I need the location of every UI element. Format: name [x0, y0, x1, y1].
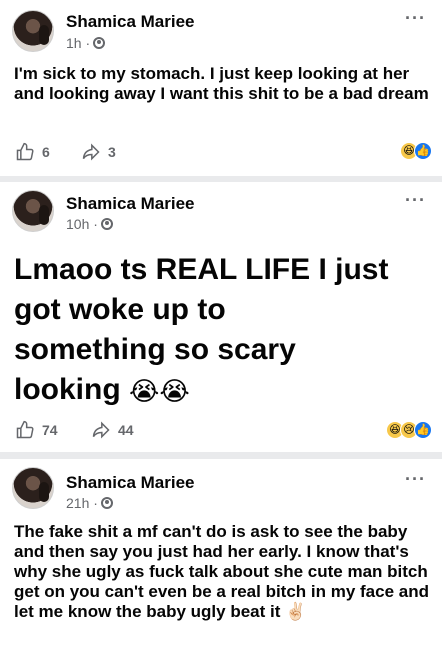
author-name[interactable]: Shamica Mariee — [66, 194, 195, 214]
post-card-3: Shamica Mariee 21h · ··· The fake shit a… — [0, 459, 442, 663]
reaction-summary[interactable]: 😆 👍 — [400, 142, 432, 160]
post-card-2: Shamica Mariee 10h · ··· Lmaoo ts REAL L… — [0, 182, 442, 452]
share-count: 44 — [118, 422, 134, 438]
post-meta: 21h · — [66, 495, 113, 511]
peace-sign-emoji: ✌🏻 — [285, 602, 307, 621]
reaction-summary[interactable]: 😆 😢 👍 — [386, 421, 432, 439]
more-options-icon[interactable]: ··· — [405, 190, 426, 211]
like-count: 6 — [42, 144, 50, 160]
share-arrow-icon — [82, 143, 100, 161]
more-options-icon[interactable]: ··· — [405, 469, 426, 490]
post-text: I'm sick to my stomach. I just keep look… — [14, 64, 429, 103]
share-button[interactable]: 3 — [80, 142, 116, 162]
public-globe-icon — [100, 497, 113, 509]
post-text-body: The fake shit a mf can't do is ask to se… — [14, 522, 429, 621]
like-thumb-icon — [16, 420, 34, 439]
post-text-line: Lmaoo ts REAL LIFE I just — [14, 253, 389, 286]
post-text: The fake shit a mf can't do is ask to se… — [14, 522, 430, 622]
post-card-1: Shamica Mariee 1h · ··· I'm sick to my s… — [0, 0, 442, 176]
post-meta: 1h · — [66, 35, 106, 51]
like-button[interactable]: 74 — [14, 420, 58, 440]
post-time[interactable]: 10h · — [66, 216, 98, 232]
crying-emoji: 😭😭 — [129, 376, 190, 407]
author-avatar[interactable] — [12, 467, 54, 509]
author-avatar[interactable] — [12, 10, 54, 52]
like-reaction-icon: 👍 — [414, 142, 432, 160]
like-count: 74 — [42, 422, 58, 438]
post-time[interactable]: 1h · — [66, 35, 90, 51]
post-text: Lmaoo ts REAL LIFE I just got woke up to… — [14, 250, 434, 411]
post-text-line-with-emoji: looking 😭😭 — [14, 370, 434, 411]
more-options-icon[interactable]: ··· — [405, 8, 426, 29]
share-count: 3 — [108, 144, 116, 160]
post-meta: 10h · — [66, 216, 113, 232]
post-text-line: looking — [14, 373, 121, 406]
share-arrow-icon — [92, 421, 110, 439]
post-time[interactable]: 21h · — [66, 495, 98, 511]
like-reaction-icon: 👍 — [414, 421, 432, 439]
like-button[interactable]: 6 — [14, 142, 50, 162]
public-globe-icon — [100, 218, 113, 230]
author-name[interactable]: Shamica Mariee — [66, 473, 195, 493]
share-button[interactable]: 44 — [90, 420, 134, 440]
author-name[interactable]: Shamica Mariee — [66, 12, 195, 32]
post-text-line: something so scary — [14, 333, 296, 366]
like-thumb-icon — [16, 142, 34, 161]
public-globe-icon — [93, 37, 106, 49]
author-avatar[interactable] — [12, 190, 54, 232]
post-text-line: got woke up to — [14, 293, 226, 326]
